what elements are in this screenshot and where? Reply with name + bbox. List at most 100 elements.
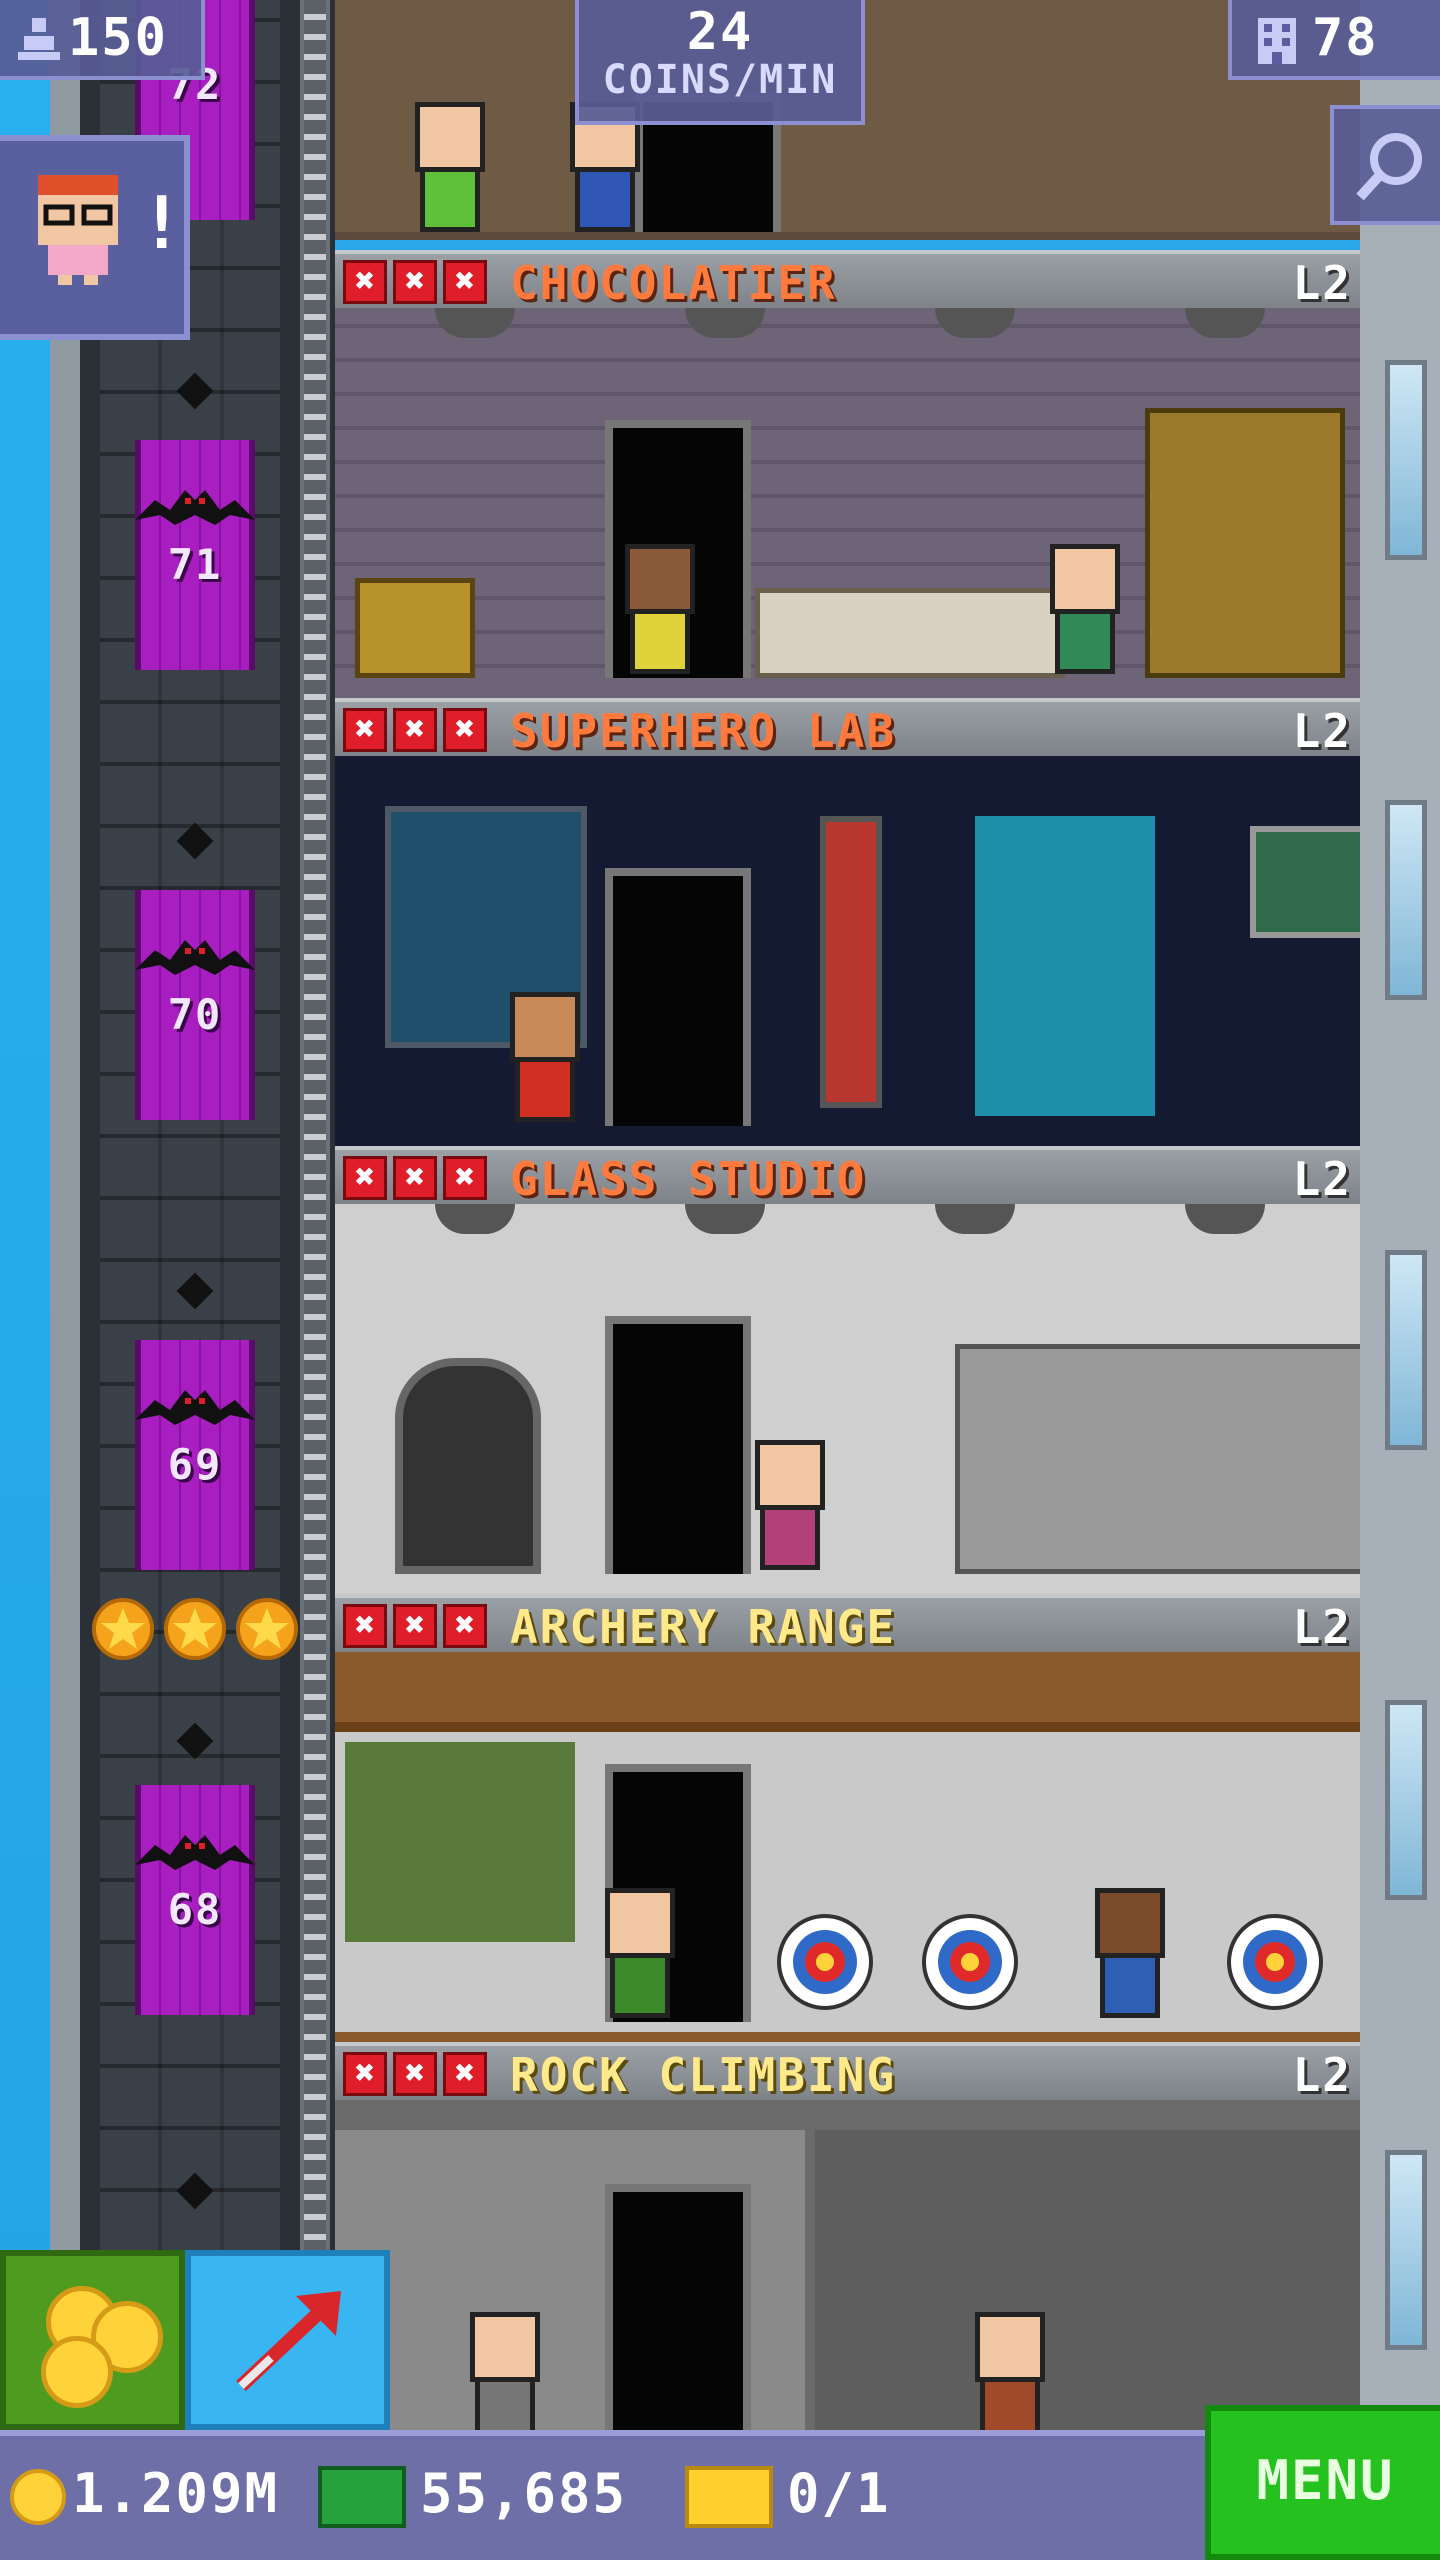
floor-name: ROCK CLIMBING (510, 2048, 897, 2102)
tenant-sprite[interactable] (755, 1440, 825, 1570)
tenant-sprite[interactable] (415, 102, 485, 232)
menu-button[interactable]: MENU (1205, 2405, 1440, 2560)
sky-background (0, 0, 50, 2560)
stock-indicators: ✖ ✖ ✖ (343, 2052, 487, 2096)
stock-empty-icon: ✖ (343, 1604, 387, 1648)
bat-icon (135, 1835, 255, 1870)
floor-glass-studio[interactable]: ✖ ✖ ✖ GLASS STUDIO L2 (335, 1146, 1360, 1594)
bux-balance[interactable]: 55,685 (318, 2462, 627, 2529)
elevator-car-70[interactable]: 70 (135, 890, 255, 1120)
floor-name: ARCHERY RANGE (510, 1600, 897, 1654)
elevator-up-button[interactable] (185, 2250, 390, 2430)
bux-icon (318, 2466, 406, 2529)
floor-banner: ✖ ✖ ✖ GLASS STUDIO L2 (335, 1146, 1360, 1206)
room-interior (335, 1652, 1360, 2042)
archery-target-icon (1227, 1914, 1323, 2010)
population-counter[interactable]: 150 (0, 0, 205, 80)
tenant-sprite[interactable] (975, 2312, 1045, 2442)
floor-archery-range[interactable]: ✖ ✖ ✖ ARCHERY RANGE L2 (335, 1594, 1360, 2042)
coins-per-minute-label: COINS/MIN (602, 57, 838, 103)
elevator-car-69[interactable]: 69 (135, 1340, 255, 1570)
tickets-value: 0/1 (787, 2462, 891, 2525)
floor-chocolatier[interactable]: ✖ ✖ ✖ CHOCOLATIER L2 (335, 250, 1360, 698)
elevator-floor-number: 70 (167, 990, 223, 1039)
coins-per-minute: 24 COINS/MIN (575, 0, 865, 125)
coin-icon (41, 2336, 113, 2408)
dream-job-stars (92, 1598, 298, 1660)
bat-icon (135, 1390, 255, 1425)
floor-name: CHOCOLATIER (510, 256, 837, 310)
dna-tube (820, 816, 882, 1108)
bat-icon (135, 940, 255, 975)
floor-level: L2 (1292, 1152, 1352, 1206)
floor-counter[interactable]: 78 (1228, 0, 1440, 80)
room-interior (335, 2100, 1360, 2442)
bat-icon (135, 490, 255, 525)
tower-window (1385, 360, 1427, 560)
stock-indicators: ✖ ✖ ✖ (343, 1156, 487, 1200)
tenant-sprite[interactable] (1050, 544, 1120, 674)
room-interior (335, 308, 1360, 698)
bitizen-avatar-icon (38, 175, 118, 285)
tenant-sprite[interactable] (605, 1888, 675, 2018)
shop-counter (755, 588, 1065, 678)
climbing-wall (815, 2130, 1360, 2442)
stock-empty-icon: ✖ (393, 260, 437, 304)
coins-balance: 1.209M (10, 2462, 280, 2526)
stock-empty-icon: ✖ (343, 260, 387, 304)
tenant-sprite[interactable] (625, 544, 695, 674)
stock-empty-icon: ✖ (443, 708, 487, 752)
elevator-floor-number: 69 (167, 1440, 223, 1489)
bitizen-alert[interactable]: ! (0, 135, 190, 340)
coin-icon (10, 2469, 66, 2526)
elevator-car-68[interactable]: 68 (135, 1785, 255, 2015)
room-interior (335, 756, 1360, 1146)
golden-ticket-balance[interactable]: 0/1 (685, 2462, 891, 2529)
stock-empty-icon: ✖ (343, 708, 387, 752)
golden-ticket-icon (685, 2466, 773, 2529)
elevator-floor-number: 71 (167, 540, 223, 589)
tower-window (1385, 2150, 1427, 2350)
stock-empty-icon: ✖ (443, 1156, 487, 1200)
floor-name: SUPERHERO LAB (510, 704, 897, 758)
floor-banner: ✖ ✖ ✖ CHOCOLATIER L2 (335, 250, 1360, 310)
zoom-button[interactable] (1330, 105, 1440, 225)
stock-empty-icon: ✖ (393, 708, 437, 752)
floor-count-value: 78 (1312, 8, 1379, 68)
stock-empty-icon: ✖ (393, 1156, 437, 1200)
star-icon (92, 1598, 154, 1660)
arrow-up-right-icon (236, 2291, 341, 2392)
floor-level: L2 (1292, 256, 1352, 310)
elevator-car-71[interactable]: 71 (135, 440, 255, 670)
alert-mark: ! (140, 181, 184, 265)
room-door (605, 1316, 751, 1574)
star-icon (236, 1598, 298, 1660)
stock-indicators: ✖ ✖ ✖ (343, 708, 487, 752)
coins-per-minute-value: 24 (686, 2, 754, 62)
stock-empty-icon: ✖ (443, 1604, 487, 1648)
stock-indicators: ✖ ✖ ✖ (343, 1604, 487, 1648)
floor-banner: ✖ ✖ ✖ ROCK CLIMBING L2 (335, 2042, 1360, 2102)
elevator-floor-number: 68 (167, 1885, 223, 1934)
archery-target-icon (922, 1914, 1018, 2010)
floor-rock-climbing[interactable]: ✖ ✖ ✖ ROCK CLIMBING L2 (335, 2042, 1360, 2442)
magnify-icon (1356, 133, 1422, 201)
coins-button[interactable] (0, 2250, 185, 2430)
stock-empty-icon: ✖ (343, 2052, 387, 2096)
coins-value: 1.209M (72, 2462, 280, 2525)
chocolate-pot (355, 578, 475, 678)
tenant-sprite[interactable] (510, 992, 580, 1122)
shaft-ladder (300, 0, 330, 2560)
tower-window (1385, 1700, 1427, 1900)
room-door (605, 2184, 751, 2442)
teleporter (975, 816, 1155, 1116)
glass-furnace (395, 1358, 541, 1574)
tower-window (1385, 800, 1427, 1000)
floor-level: L2 (1292, 704, 1352, 758)
floor-superhero-lab[interactable]: ✖ ✖ ✖ SUPERHERO LAB L2 (335, 698, 1360, 1146)
stock-empty-icon: ✖ (443, 2052, 487, 2096)
people-icon (18, 18, 60, 60)
stock-empty-icon: ✖ (443, 260, 487, 304)
tenant-sprite[interactable] (1095, 1888, 1165, 2018)
tenant-sprite[interactable] (470, 2312, 540, 2442)
